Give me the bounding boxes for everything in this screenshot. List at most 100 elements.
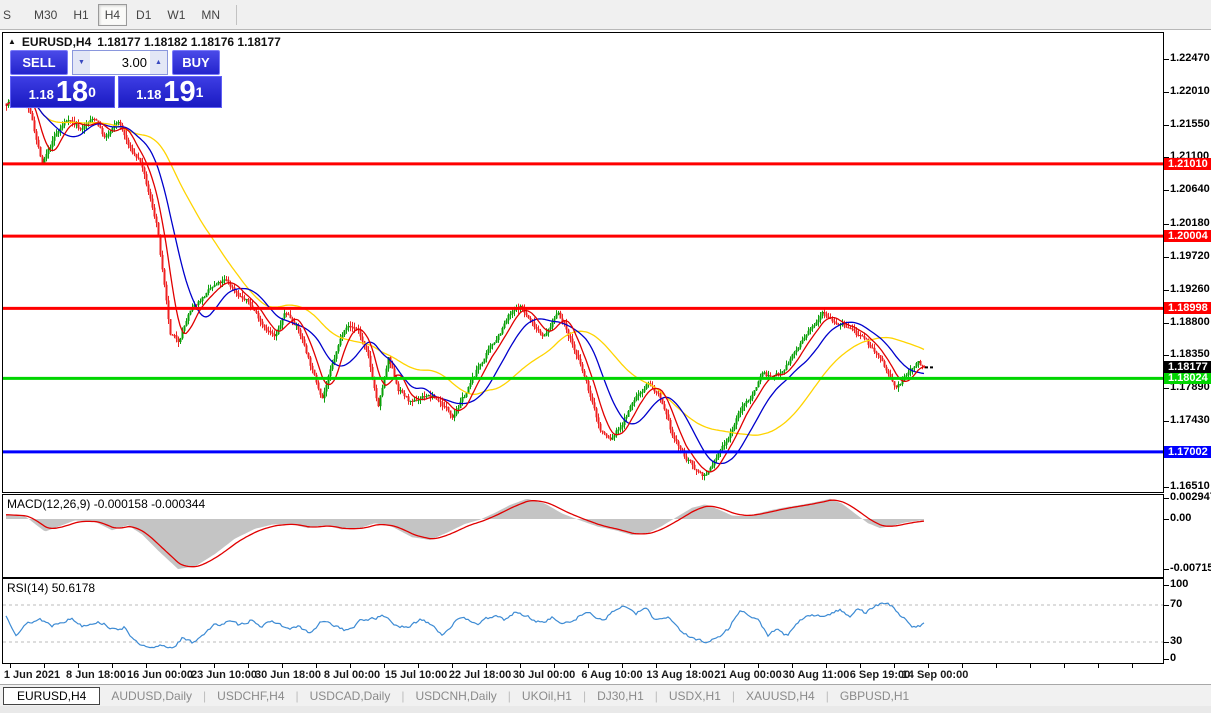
timeframe-button-d1[interactable]: D1 [129,4,158,26]
sell-price-box[interactable]: 1.18 18 0 [10,76,115,108]
timeframe-button-h4[interactable]: H4 [98,4,127,26]
time-tick [384,664,385,668]
chart-tab-active[interactable]: EURUSD,H4 [3,687,100,705]
rsi-tick-label: 100 [1170,578,1188,590]
buy-price-box[interactable]: 1.18 19 1 [118,76,223,108]
rsi-tick [1164,659,1169,660]
chart-header: ▲ EURUSD,H4 1.18177 1.18182 1.18176 1.18… [8,35,281,49]
rsi-pane[interactable] [2,578,1164,664]
timeframe-button-w1[interactable]: W1 [160,4,192,26]
price-axis[interactable]: 1.224701.220101.215501.211001.206401.201… [1164,30,1211,664]
collapse-panel-icon[interactable]: ▲ [8,37,16,46]
chart-tab[interactable]: AUDUSD,Daily [100,688,203,704]
time-tick [350,664,351,668]
price-tick-label: 1.19260 [1170,283,1210,295]
price-tick-label: 1.21550 [1170,118,1210,130]
macd-tick [1164,498,1169,499]
timeframe-toolbar: S M30H1H4D1W1MN [0,0,1211,30]
hline-price-label: 1.17002 [1164,446,1211,458]
chart-tab[interactable]: USDCHF,H4 [206,688,295,704]
rsi-tick-label: 0 [1170,652,1176,664]
timeframe-button-partial[interactable]: S [1,4,13,26]
rsi-tick [1164,585,1169,586]
time-tick-label: 30 Jul 00:00 [513,669,575,681]
chart-tab[interactable]: UKOil,H1 [511,688,583,704]
time-tick [146,664,147,668]
hline-price-label: 1.18998 [1164,302,1211,314]
volume-input[interactable] [90,51,150,74]
buy-button[interactable]: BUY [172,50,220,75]
time-tick [10,664,11,668]
time-tick [78,664,79,668]
volume-stepper: ▼ ▲ [72,50,168,75]
time-tick [860,664,861,668]
volume-decrease-icon[interactable]: ▼ [73,51,90,74]
chart-tab[interactable]: DJ30,H1 [586,688,655,704]
time-tick [112,664,113,668]
price-tick [1164,59,1169,60]
time-tick-label: 16 Jun 00:00 [127,669,193,681]
time-tick [214,664,215,668]
chart-tab[interactable]: USDX,H1 [658,688,732,704]
rsi-label: RSI(14) 50.6178 [7,581,95,595]
timeframe-button-m30[interactable]: M30 [27,4,64,26]
time-tick [554,664,555,668]
time-tick [1098,664,1099,668]
macd-tick [1164,519,1169,520]
macd-tick [1164,569,1169,570]
time-tick-label: 6 Aug 10:00 [581,669,642,681]
time-axis[interactable]: 1 Jun 20218 Jun 18:0016 Jun 00:0023 Jun … [2,664,1164,684]
chart-ohlc-values: 1.18177 1.18182 1.18176 1.18177 [97,35,281,49]
sell-price-small: 1.18 [29,85,54,105]
price-tick-label: 1.22010 [1170,85,1210,97]
hline-price-label: 1.20004 [1164,230,1211,242]
chart-tab[interactable]: USDCNH,Daily [404,688,507,704]
time-tick [690,664,691,668]
current-price-label: 1.18177 [1164,361,1211,373]
volume-increase-icon[interactable]: ▲ [150,51,167,74]
price-tick [1164,92,1169,93]
price-tick [1164,323,1169,324]
price-tick [1164,290,1169,291]
time-tick [1064,664,1065,668]
chart-tabs-bar: EURUSD,H4AUDUSD,Daily|USDCHF,H4|USDCAD,D… [0,684,1211,706]
chart-tab[interactable]: XAUUSD,H4 [735,688,826,704]
time-tick [418,664,419,668]
price-tick [1164,355,1169,356]
time-tick [520,664,521,668]
sell-price-big: 18 [56,79,88,105]
price-tick [1164,125,1169,126]
time-tick-label: 8 Jul 00:00 [324,669,380,681]
buy-price-sup: 1 [196,77,204,107]
price-tick [1164,388,1169,389]
price-tick-label: 1.20180 [1170,217,1210,229]
time-tick [248,664,249,668]
chart-tab[interactable]: USDCAD,Daily [299,688,402,704]
time-tick-label: 30 Jun 18:00 [255,669,321,681]
one-click-trading-panel: SELL ▼ ▲ BUY 1.18 18 0 1.18 19 1 [10,50,222,108]
time-tick [44,664,45,668]
buy-price-big: 19 [163,79,195,105]
time-tick [792,664,793,668]
time-tick [1030,664,1031,668]
price-tick [1164,224,1169,225]
chart-symbol-title: EURUSD,H4 [22,35,91,49]
chart-tab[interactable]: GBPUSD,H1 [829,688,920,704]
time-tick [928,664,929,668]
toolbar-separator [236,5,237,25]
macd-tick-label: 0.002947 [1170,491,1211,503]
price-tick [1164,487,1169,488]
time-tick [486,664,487,668]
time-tick [826,664,827,668]
time-tick [758,664,759,668]
time-tick-label: 23 Jun 10:00 [191,669,257,681]
sell-button[interactable]: SELL [10,50,68,75]
price-tick-label: 1.16510 [1170,480,1210,492]
price-tick [1164,421,1169,422]
rsi-tick-label: 30 [1170,635,1182,647]
macd-tick-label: 0.00 [1170,512,1191,524]
timeframe-button-h1[interactable]: H1 [66,4,95,26]
timeframe-button-mn[interactable]: MN [194,4,227,26]
time-tick-label: 21 Aug 00:00 [714,669,781,681]
time-tick [180,664,181,668]
